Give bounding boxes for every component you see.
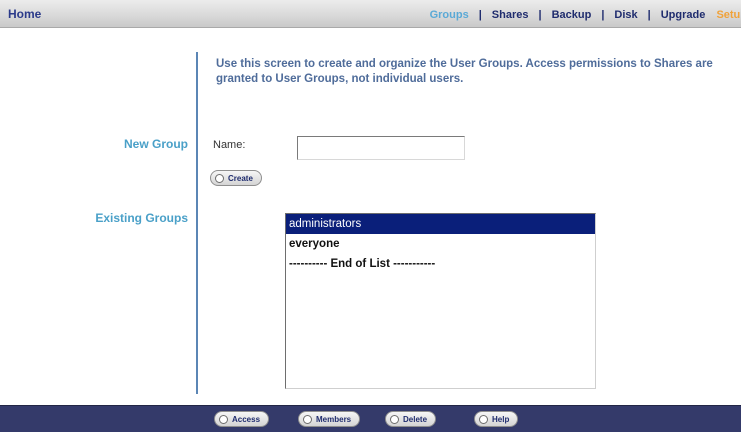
delete-button-label: Delete [403,414,428,424]
groups-listbox[interactable]: administrators everyone ---------- End o… [285,213,596,389]
nav-separator: | [478,9,482,21]
help-button-label: Help [492,414,510,424]
name-field-label: Name: [213,139,246,151]
button-bullet-icon [390,414,399,424]
nav-backup[interactable]: Backup [552,9,592,21]
access-button[interactable]: Access [214,411,270,427]
list-end-marker: ---------- End of List ----------- [289,258,436,270]
button-bullet-icon [303,414,312,424]
nav-disk[interactable]: Disk [614,9,637,21]
nav-separator: | [601,9,605,21]
create-button[interactable]: Create [210,170,262,186]
section-nav: Groups | Shares | Backup | Disk | Upgrad… [430,7,741,23]
top-nav-bar: Home Groups | Shares | Backup | Disk | U… [0,0,741,28]
access-button-label: Access [232,414,261,424]
list-item-administrators[interactable]: administrators [286,214,595,234]
nav-separator: | [538,9,542,21]
button-bullet-icon [219,414,228,424]
nav-setup[interactable]: Setup [716,9,741,21]
nav-separator: | [647,9,651,21]
new-group-label: New Group [123,137,188,151]
button-bullet-icon [479,414,488,424]
footer-toolbar: Access Members Delete Help [0,405,741,432]
intro-text: Use this screen to create and organize t… [216,58,713,85]
help-button[interactable]: Help [474,411,519,427]
group-name-input[interactable] [297,136,465,160]
members-button[interactable]: Members [298,411,361,427]
members-button-label: Members [316,414,352,424]
delete-button[interactable]: Delete [385,411,437,427]
existing-groups-label: Existing Groups [95,211,188,225]
column-divider [196,52,198,394]
nav-upgrade[interactable]: Upgrade [661,9,706,21]
button-bullet-icon [215,173,224,183]
home-link[interactable]: Home [8,7,41,21]
list-item-everyone[interactable]: everyone [286,234,595,254]
nav-shares[interactable]: Shares [492,9,529,21]
create-button-label: Create [228,173,253,183]
nav-groups[interactable]: Groups [430,9,469,21]
